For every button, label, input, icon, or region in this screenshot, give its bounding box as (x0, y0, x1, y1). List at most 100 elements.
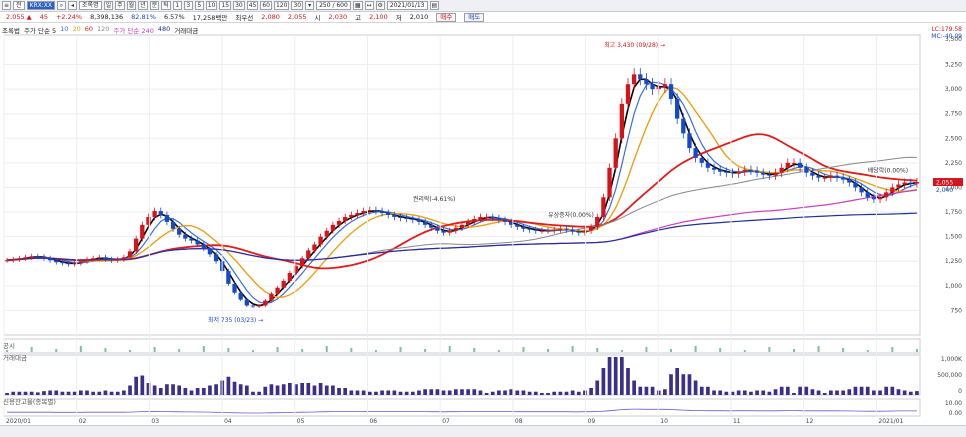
candle-body (515, 224, 520, 227)
count-field[interactable]: 250 / 600 (316, 1, 351, 10)
date-tick-label: 06 (369, 418, 377, 425)
open-label: 시 (314, 14, 321, 22)
menu-button[interactable]: ≡ (2, 1, 12, 10)
year-tab[interactable]: 년 (138, 1, 148, 10)
candle-body (269, 293, 274, 301)
volume-bar (392, 390, 397, 395)
search-icon[interactable]: ⌕ (57, 1, 67, 10)
candlesticks (4, 68, 920, 309)
candle-body (884, 192, 889, 198)
price-tick-label: 1,000 (945, 283, 962, 290)
settings-icon[interactable]: ▾ (305, 1, 315, 10)
current-price-tag-label: 2,055 (936, 180, 953, 187)
amount-value: 17,258백만 (192, 14, 228, 22)
candle-body (841, 177, 846, 180)
candle-body (152, 211, 157, 217)
candle-body (595, 216, 600, 227)
candle-body (496, 217, 502, 220)
ma240-legend: 주가 단순 240 (113, 27, 154, 35)
candle-body (177, 228, 182, 235)
chart-grid (3, 34, 921, 336)
candle-body (601, 197, 606, 217)
candle-body (54, 260, 59, 263)
volume-bar (822, 393, 827, 395)
volume-bar (718, 390, 723, 395)
volume-bar (66, 391, 71, 395)
volume-bar (570, 390, 575, 395)
price-tick-label: 1,500 (945, 234, 962, 241)
candle-body (484, 216, 489, 218)
volume-bar (466, 389, 470, 395)
tick-tab[interactable]: 틱 (161, 1, 171, 10)
candle-body (478, 216, 483, 219)
high-annotation: 최고 3,430 (09/28) → (604, 41, 665, 49)
name-field[interactable]: 조록명 (79, 1, 102, 10)
candle-body (465, 221, 471, 225)
date-field[interactable]: 2021/01/13 (386, 1, 428, 10)
candle-body (742, 169, 747, 172)
candle-body (711, 167, 717, 170)
candle-body (109, 259, 114, 261)
candle-body (847, 179, 852, 183)
unit-120[interactable]: 120 (273, 1, 290, 10)
candle-body (256, 305, 262, 307)
minute-tab[interactable]: 분 (149, 1, 160, 10)
volume-bar (423, 389, 427, 395)
volume-bar (915, 391, 919, 395)
unit-5[interactable]: 5 (194, 1, 204, 10)
calendar-icon[interactable]: ▤ (429, 1, 440, 10)
notice-mark (129, 350, 132, 352)
candle-body (502, 219, 508, 222)
candle-body (11, 259, 16, 261)
unit-1[interactable]: 1 (172, 1, 182, 10)
candle-body (890, 187, 895, 193)
candle-body (761, 172, 766, 175)
price-chart[interactable]: 7501,0001,2501,5001,7502,0002,2502,5002,… (0, 23, 966, 425)
notice-mark (866, 350, 869, 352)
candle-body (588, 226, 594, 231)
volume-bar (410, 391, 415, 395)
buy-button[interactable]: 매수 (436, 12, 457, 22)
period-select[interactable]: 전 (13, 1, 25, 10)
unit-3[interactable]: 3 (183, 1, 193, 10)
volume-bar (829, 390, 833, 395)
notice-mark (792, 349, 795, 352)
volume-bar (343, 388, 348, 395)
candle-body (29, 256, 34, 258)
candle-body (773, 172, 778, 176)
candle-body (170, 221, 176, 229)
candle-body (183, 234, 188, 239)
prev-arrow-icon[interactable]: ◂ (68, 1, 78, 10)
volume-tick-label: 500,000 (937, 372, 962, 379)
week-tab[interactable]: 주 (115, 1, 125, 10)
unit-45[interactable]: 45 (246, 1, 259, 10)
volume-bar (583, 390, 587, 395)
sell-button[interactable]: 매도 (464, 12, 485, 22)
month-tab[interactable]: 월 (126, 1, 137, 10)
price-tick-label: 2,250 (945, 160, 962, 167)
unit-60[interactable]: 60 (260, 1, 272, 10)
volume-bar (5, 393, 9, 395)
price-tick-label: 1,250 (945, 258, 962, 265)
unit-30b[interactable]: 30 (291, 1, 304, 10)
candle-body (35, 256, 40, 258)
volume-bar (97, 391, 102, 395)
unit-15[interactable]: 15 (219, 1, 232, 10)
price-tick-label: 750 (951, 307, 963, 314)
volume-bar (650, 386, 655, 395)
volume-bar (281, 384, 286, 395)
mc-label: MC:-40.09 (931, 33, 962, 40)
unit-30[interactable]: 30 (233, 1, 245, 10)
code-input[interactable]: KRX:XX (26, 1, 56, 10)
day-tab[interactable]: 일 (103, 1, 114, 10)
notice-mark (350, 348, 353, 352)
volume-bar (835, 390, 839, 395)
volume-bar (54, 390, 59, 395)
candle-body (687, 133, 692, 149)
fit-icon[interactable]: ↔ (364, 1, 374, 10)
unit-10[interactable]: 10 (205, 1, 218, 10)
chart-icon[interactable]: ▦ (352, 1, 363, 10)
volume-bar (103, 390, 108, 395)
credit-panel-label: 신용잔고율(종목별) (3, 398, 56, 406)
gear-icon[interactable]: ⚙ (375, 1, 385, 10)
